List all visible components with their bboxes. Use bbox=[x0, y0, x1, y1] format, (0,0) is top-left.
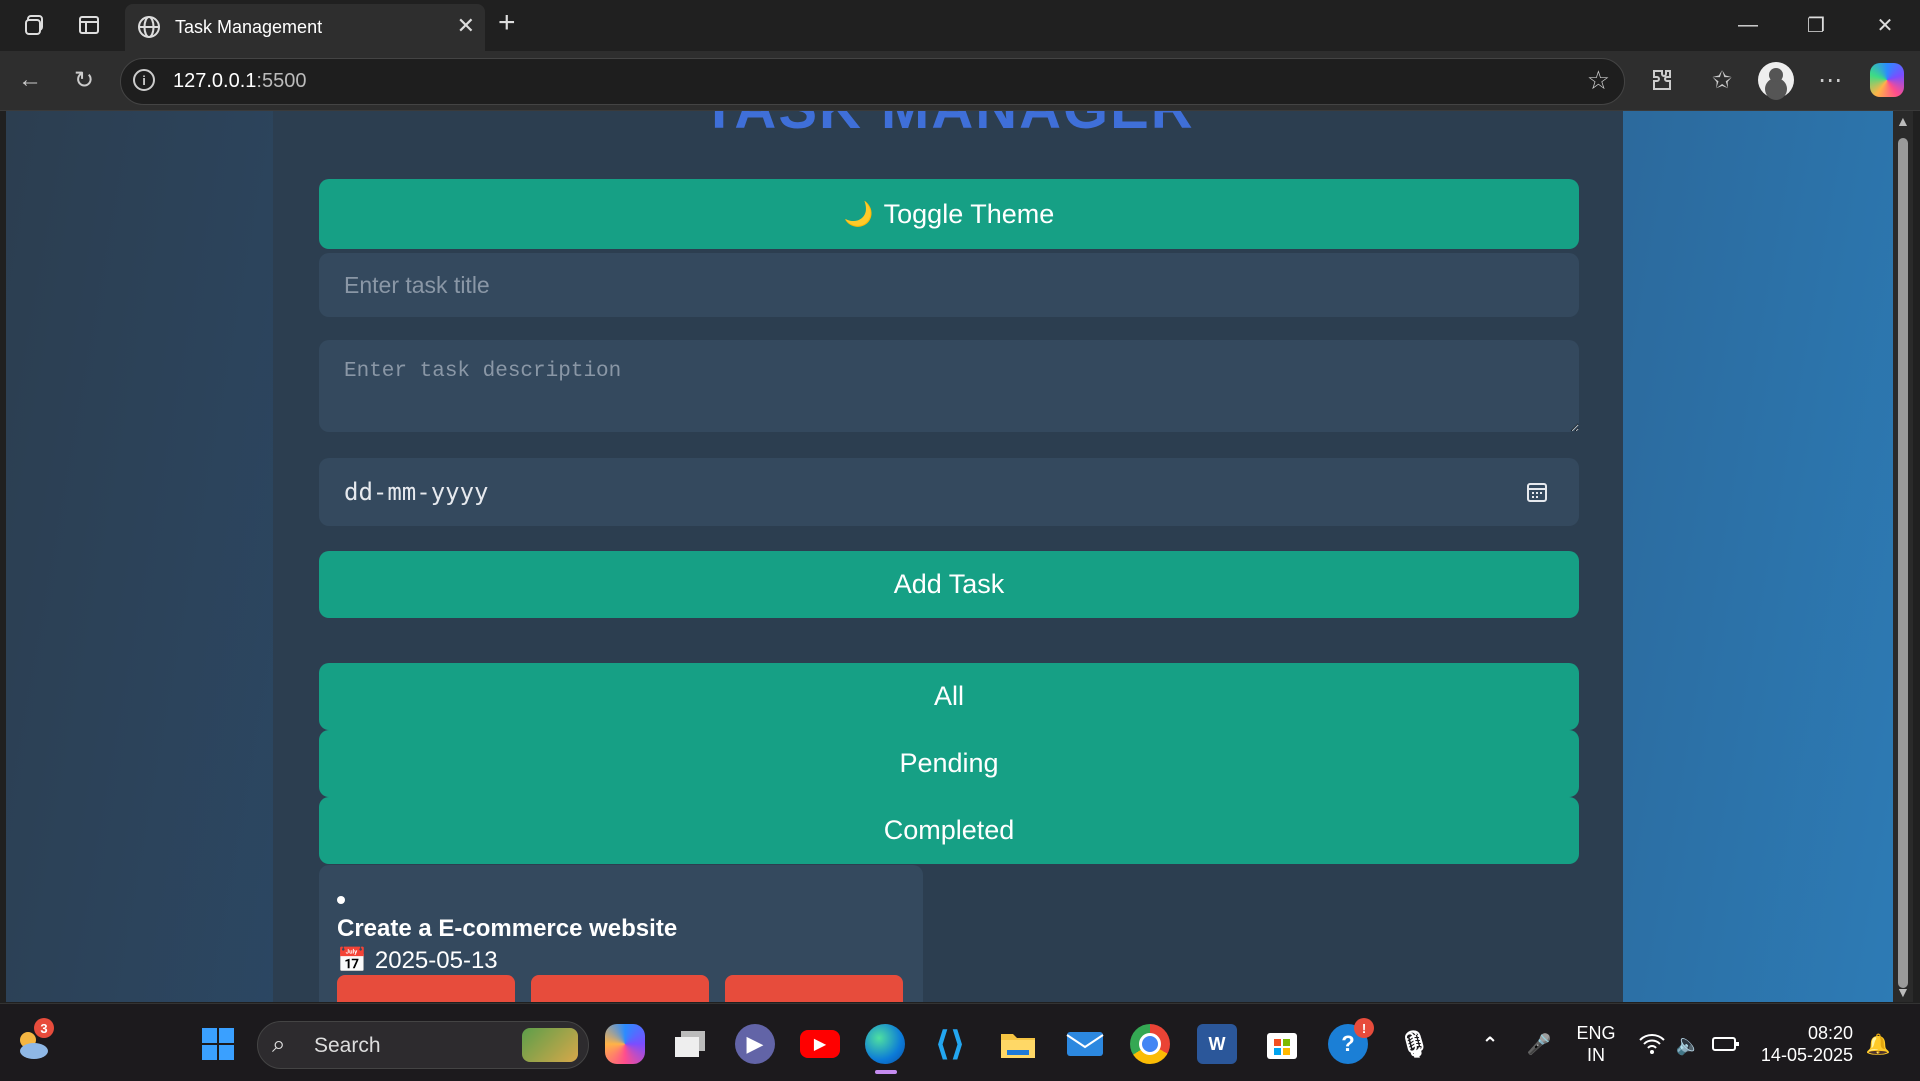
volume-icon[interactable]: 🔈 bbox=[1668, 1024, 1708, 1064]
refresh-icon[interactable]: ↻ bbox=[67, 63, 101, 97]
browser-title-bar: Task Management ✕ + — ❐ ✕ bbox=[0, 0, 1920, 51]
filter-completed-button[interactable]: Completed bbox=[319, 797, 1579, 864]
copilot-icon[interactable] bbox=[1870, 63, 1904, 97]
address-url[interactable]: 127.0.0.1:5500 bbox=[173, 70, 306, 93]
complete-task-button[interactable] bbox=[725, 975, 903, 1002]
page-scrollbar[interactable]: ▲ ▼ bbox=[1893, 111, 1913, 1002]
edge-active-indicator bbox=[875, 1070, 897, 1074]
task-title: Create a E-commerce website bbox=[337, 915, 678, 942]
delete-task-button[interactable] bbox=[531, 975, 709, 1002]
file-explorer-icon[interactable] bbox=[998, 1024, 1038, 1064]
language-region: IN bbox=[1587, 1045, 1605, 1065]
tab-title: Task Management bbox=[175, 17, 323, 37]
youtube-icon[interactable]: ▶ bbox=[800, 1030, 840, 1058]
chrome-icon[interactable] bbox=[1130, 1024, 1170, 1064]
globe-icon bbox=[138, 16, 160, 38]
task-status-dot bbox=[337, 896, 345, 904]
date-placeholder: dd-mm-yyyy bbox=[344, 478, 489, 506]
clock-time: 08:20 bbox=[1807, 1023, 1853, 1043]
browser-toolbar: ← ↻ i 127.0.0.1:5500 ☆ ✩ ⋯ bbox=[0, 51, 1920, 111]
teams-chat-icon[interactable]: ▶ bbox=[735, 1024, 775, 1064]
taskbar-search[interactable]: ⌕ Search bbox=[257, 1021, 589, 1069]
restore-icon[interactable]: ❐ bbox=[1791, 8, 1841, 42]
app-title: TASK MANAGER bbox=[273, 111, 1623, 142]
calendar-emoji-icon: 📅 bbox=[337, 947, 367, 974]
language-indicator[interactable]: ENG IN bbox=[1572, 1022, 1620, 1066]
url-port: :5500 bbox=[256, 70, 307, 92]
toggle-theme-label: Toggle Theme bbox=[883, 198, 1055, 229]
search-icon: ⌕ bbox=[272, 1031, 286, 1058]
language-code: ENG bbox=[1576, 1023, 1616, 1043]
workspaces-icon[interactable] bbox=[20, 10, 50, 40]
filter-all-button[interactable]: All bbox=[319, 663, 1579, 730]
windows-taskbar: 3 ⌕ Search ▶ ▶ ⟨⟩ W ? ! 🎙 ⌃ 🎤 ENG IN 🔈 0… bbox=[0, 1003, 1920, 1081]
tab-task-management[interactable]: Task Management ✕ bbox=[125, 4, 485, 51]
task-manager-container: TASK MANAGER 🌙 Toggle Theme dd-mm-yyyy A… bbox=[273, 111, 1623, 1002]
vscode-icon[interactable]: ⟨⟩ bbox=[930, 1024, 970, 1064]
scroll-down-arrow-icon[interactable]: ▼ bbox=[1896, 984, 1910, 1000]
task-title-input[interactable] bbox=[319, 253, 1579, 317]
moon-icon: 🌙 bbox=[843, 200, 874, 228]
voice-recorder-icon[interactable]: 🎙 bbox=[1394, 1024, 1434, 1064]
back-icon[interactable]: ← bbox=[13, 63, 47, 97]
tab-actions-icon[interactable] bbox=[74, 10, 104, 40]
task-date: 📅 2025-05-13 bbox=[337, 946, 498, 975]
edge-browser-icon[interactable] bbox=[865, 1024, 905, 1064]
more-menu-icon[interactable]: ⋯ bbox=[1813, 63, 1847, 97]
minimize-icon[interactable]: — bbox=[1723, 8, 1773, 42]
notifications-bell-icon[interactable]: 🔔 bbox=[1858, 1024, 1898, 1064]
new-tab-icon[interactable]: + bbox=[498, 6, 516, 40]
address-bar[interactable]: i 127.0.0.1:5500 ☆ bbox=[120, 58, 1625, 105]
show-hidden-icons-icon[interactable]: ⌃ bbox=[1470, 1024, 1510, 1064]
microphone-icon[interactable]: 🎤 bbox=[1519, 1024, 1559, 1064]
edit-task-button[interactable] bbox=[337, 975, 515, 1002]
extensions-icon[interactable] bbox=[1645, 63, 1679, 97]
favorite-star-icon[interactable]: ☆ bbox=[1587, 65, 1610, 96]
calendar-icon[interactable] bbox=[1525, 480, 1549, 504]
site-info-icon[interactable]: i bbox=[133, 69, 155, 91]
profile-avatar[interactable] bbox=[1758, 62, 1794, 98]
close-window-icon[interactable]: ✕ bbox=[1860, 8, 1910, 42]
scroll-up-arrow-icon[interactable]: ▲ bbox=[1896, 113, 1910, 129]
task-card: Create a E-commerce website 📅 2025-05-13 bbox=[319, 865, 923, 1002]
page-viewport: TASK MANAGER 🌙 Toggle Theme dd-mm-yyyy A… bbox=[6, 111, 1893, 1002]
battery-icon[interactable] bbox=[1706, 1024, 1746, 1064]
word-icon[interactable]: W bbox=[1197, 1024, 1237, 1064]
url-host: 127.0.0.1 bbox=[173, 70, 257, 92]
task-view-icon[interactable] bbox=[670, 1024, 710, 1064]
close-tab-icon[interactable]: ✕ bbox=[457, 13, 475, 39]
wifi-icon[interactable] bbox=[1632, 1024, 1672, 1064]
clock[interactable]: 08:20 14-05-2025 bbox=[1755, 1022, 1853, 1066]
mail-icon[interactable] bbox=[1065, 1024, 1105, 1064]
favorites-icon[interactable]: ✩ bbox=[1705, 63, 1739, 97]
add-task-button[interactable]: Add Task bbox=[319, 551, 1579, 618]
help-alert-badge: ! bbox=[1354, 1018, 1374, 1038]
copilot-app-icon[interactable] bbox=[605, 1024, 645, 1064]
microsoft-store-icon[interactable] bbox=[1262, 1024, 1302, 1064]
start-windows-icon[interactable] bbox=[198, 1024, 238, 1064]
clock-date: 14-05-2025 bbox=[1760, 1045, 1853, 1065]
task-description-textarea[interactable] bbox=[319, 340, 1579, 432]
scrollbar-thumb[interactable] bbox=[1898, 138, 1908, 988]
search-highlight-icon bbox=[522, 1028, 578, 1062]
filter-pending-button[interactable]: Pending bbox=[319, 730, 1579, 797]
task-date-input[interactable]: dd-mm-yyyy bbox=[319, 458, 1579, 526]
search-label: Search bbox=[314, 1034, 381, 1057]
toggle-theme-button[interactable]: 🌙 Toggle Theme bbox=[319, 179, 1579, 249]
task-date-value: 2025-05-13 bbox=[374, 946, 498, 974]
weather-badge: 3 bbox=[34, 1018, 54, 1038]
